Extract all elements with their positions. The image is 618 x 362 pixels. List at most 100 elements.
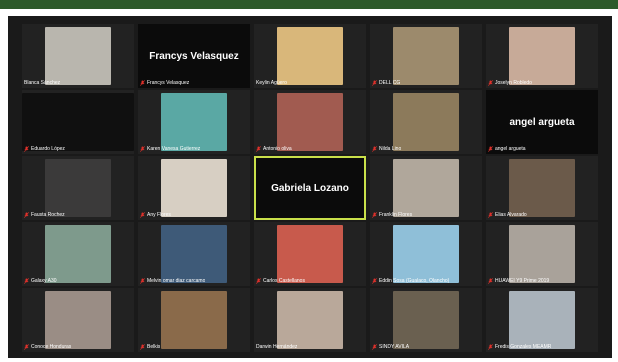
participant-video bbox=[277, 225, 343, 283]
participant-tile[interactable]: Francys Velasquez Francys Velasquez bbox=[138, 24, 250, 88]
participant-name: Eddin Sosa (Gualaco, Olancho) bbox=[379, 278, 450, 284]
muted-mic-icon bbox=[372, 344, 377, 350]
participant-name: angel argueta bbox=[495, 146, 526, 152]
participant-video bbox=[161, 93, 227, 151]
participant-name: Francys Velasquez bbox=[147, 80, 190, 86]
muted-mic-icon bbox=[488, 146, 493, 152]
participant-label: Karen Vanesa Gutierrez bbox=[140, 146, 200, 152]
participant-name: Eduardo López bbox=[31, 146, 65, 152]
participant-name: Antonio oliva bbox=[263, 146, 292, 152]
participant-name: SINDY AVILA bbox=[379, 344, 410, 350]
participant-name: Keylin Agüero bbox=[256, 80, 287, 86]
participant-tile[interactable]: Belkis bbox=[138, 288, 250, 352]
muted-mic-icon bbox=[24, 212, 29, 218]
participant-name: Blanca Sánchez bbox=[24, 80, 61, 86]
participant-video bbox=[22, 93, 134, 151]
participant-name: Elias Alvarado bbox=[495, 212, 527, 218]
muted-mic-icon bbox=[140, 344, 145, 350]
participant-name: Carlos Castellanos bbox=[263, 278, 305, 284]
participant-name: Franklin Flores bbox=[379, 212, 413, 218]
participant-tile[interactable]: Keylin Agüero bbox=[254, 24, 366, 88]
participant-tile[interactable]: DELL CG bbox=[370, 24, 482, 88]
participant-video bbox=[45, 291, 111, 349]
participant-label: Fredis Gonzales MEAMR bbox=[488, 344, 551, 350]
participant-tile[interactable]: Blanca Sánchez bbox=[22, 24, 134, 88]
participant-label: Darwin Hernández bbox=[256, 344, 297, 350]
participant-video bbox=[161, 225, 227, 283]
participant-video bbox=[277, 93, 343, 151]
participant-label: Eddin Sosa (Gualaco, Olancho) bbox=[372, 278, 449, 284]
participant-tile[interactable]: Joselyn Robledo bbox=[486, 24, 598, 88]
participant-name-display: Francys Velasquez bbox=[149, 50, 239, 62]
participant-label: Belkis bbox=[140, 344, 160, 350]
muted-mic-icon bbox=[140, 80, 145, 86]
participant-tile[interactable]: Any Flores bbox=[138, 156, 250, 220]
participant-tile[interactable]: Conoce Honduras bbox=[22, 288, 134, 352]
participant-video bbox=[161, 159, 227, 217]
participant-label: Carlos Castellanos bbox=[256, 278, 305, 284]
muted-mic-icon bbox=[488, 344, 493, 350]
participant-label: angel argueta bbox=[488, 146, 526, 152]
participant-video bbox=[509, 159, 575, 217]
participant-label: Galaxy A30 bbox=[24, 278, 57, 284]
participant-name: Fausta Rochez bbox=[31, 212, 65, 218]
participant-tile[interactable]: Gabriela Lozano bbox=[254, 156, 366, 220]
participant-tile[interactable]: Antonio oliva bbox=[254, 90, 366, 154]
participant-name-display: angel argueta bbox=[509, 116, 575, 128]
participant-name: Darwin Hernández bbox=[256, 344, 298, 350]
participant-label: Keylin Agüero bbox=[256, 80, 287, 86]
participant-video bbox=[45, 27, 111, 85]
participant-tile[interactable]: HUAWEI Y9 Prime 2019 bbox=[486, 222, 598, 286]
participant-name: Belkis bbox=[147, 344, 161, 350]
participant-name: DELL CG bbox=[379, 80, 401, 86]
muted-mic-icon bbox=[488, 278, 493, 284]
muted-mic-icon bbox=[488, 212, 493, 218]
participant-video bbox=[509, 225, 575, 283]
participant-tile[interactable]: Elias Alvarado bbox=[486, 156, 598, 220]
participant-name: Karen Vanesa Gutierrez bbox=[147, 146, 201, 152]
participant-label: Joselyn Robledo bbox=[488, 80, 532, 86]
participant-video bbox=[277, 27, 343, 85]
participant-name: Melvin omar diaz carcamo bbox=[147, 278, 206, 284]
participant-name: Fredis Gonzales MEAMR bbox=[495, 344, 552, 350]
participant-tile[interactable]: Karen Vanesa Gutierrez bbox=[138, 90, 250, 154]
participant-tile[interactable]: Franklin Flores bbox=[370, 156, 482, 220]
participant-name: Nilda Lino bbox=[379, 146, 402, 152]
muted-mic-icon bbox=[140, 278, 145, 284]
muted-mic-icon bbox=[256, 146, 261, 152]
participant-label: DELL CG bbox=[372, 80, 400, 86]
gallery-view: Blanca Sánchez Francys Velasquez Francys V… bbox=[8, 16, 612, 358]
participant-tile[interactable]: Darwin Hernández bbox=[254, 288, 366, 352]
participant-label: Blanca Sánchez bbox=[24, 80, 60, 86]
participant-video bbox=[45, 225, 111, 283]
participant-name: Joselyn Robledo bbox=[495, 80, 532, 86]
participant-label: Nilda Lino bbox=[372, 146, 401, 152]
participant-tile[interactable]: SINDY AVILA bbox=[370, 288, 482, 352]
participant-tile[interactable]: Fausta Rochez bbox=[22, 156, 134, 220]
participant-tile[interactable]: Melvin omar diaz carcamo bbox=[138, 222, 250, 286]
participant-label: Franklin Flores bbox=[372, 212, 412, 218]
participant-label: HUAWEI Y9 Prime 2019 bbox=[488, 278, 549, 284]
muted-mic-icon bbox=[372, 146, 377, 152]
participant-video bbox=[509, 291, 575, 349]
participant-video bbox=[161, 291, 227, 349]
muted-mic-icon bbox=[372, 278, 377, 284]
muted-mic-icon bbox=[24, 146, 29, 152]
participant-label: Francys Velasquez bbox=[140, 80, 189, 86]
participant-video bbox=[393, 27, 459, 85]
participant-tile[interactable]: Eddin Sosa (Gualaco, Olancho) bbox=[370, 222, 482, 286]
participant-tile[interactable]: Carlos Castellanos bbox=[254, 222, 366, 286]
muted-mic-icon bbox=[140, 212, 145, 218]
participant-video bbox=[393, 291, 459, 349]
participant-label: Melvin omar diaz carcamo bbox=[140, 278, 205, 284]
participant-tile[interactable]: Eduardo López bbox=[22, 90, 134, 154]
participant-label: Antonio oliva bbox=[256, 146, 292, 152]
participant-name: Conoce Honduras bbox=[31, 344, 72, 350]
participant-video bbox=[393, 225, 459, 283]
participant-tile[interactable]: Nilda Lino bbox=[370, 90, 482, 154]
participant-tile[interactable]: angel argueta angel argueta bbox=[486, 90, 598, 154]
participant-video bbox=[277, 291, 343, 349]
muted-mic-icon bbox=[372, 212, 377, 218]
participant-tile[interactable]: Galaxy A30 bbox=[22, 222, 134, 286]
participant-tile[interactable]: Fredis Gonzales MEAMR bbox=[486, 288, 598, 352]
